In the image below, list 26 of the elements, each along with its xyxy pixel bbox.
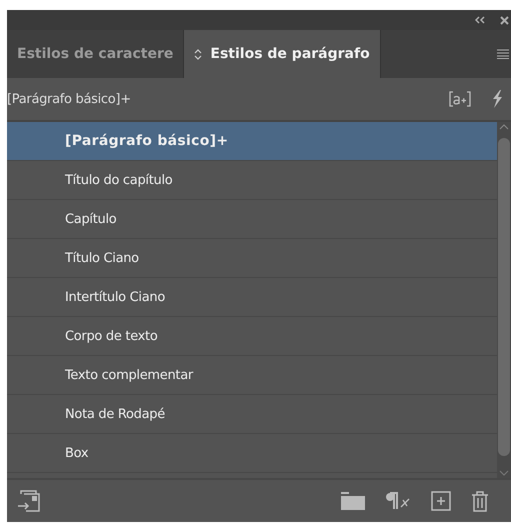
current-style-label: [Parágrafo básico]+ bbox=[7, 92, 131, 106]
lightning-icon[interactable] bbox=[491, 90, 503, 108]
new-style-icon[interactable] bbox=[449, 91, 471, 107]
style-item[interactable]: Box bbox=[7, 434, 497, 473]
delete-icon[interactable] bbox=[471, 490, 489, 512]
style-item[interactable]: Texto complementar bbox=[7, 356, 497, 395]
scroll-up-icon[interactable] bbox=[499, 124, 509, 130]
style-item[interactable]: Título do capítulo bbox=[7, 161, 497, 200]
folder-icon[interactable] bbox=[341, 492, 365, 510]
scroll-down-icon[interactable] bbox=[499, 470, 509, 476]
sort-icon bbox=[194, 48, 202, 60]
tab[interactable]: Estilos de caractere bbox=[7, 30, 184, 78]
collapse-icon[interactable] bbox=[475, 16, 485, 24]
style-item[interactable]: [Parágrafo básico]+ bbox=[7, 122, 497, 161]
clear-overrides-icon[interactable] bbox=[385, 492, 411, 510]
menu-icon[interactable] bbox=[497, 49, 509, 59]
new-style-icon[interactable] bbox=[431, 491, 451, 511]
style-item[interactable]: Intertítulo Ciano bbox=[7, 278, 497, 317]
style-item[interactable]: Capítulo bbox=[7, 200, 497, 239]
style-item[interactable]: Nota de Rodapé bbox=[7, 395, 497, 434]
scrollbar[interactable] bbox=[497, 122, 511, 478]
style-item[interactable]: Corpo de texto bbox=[7, 317, 497, 356]
tab[interactable]: Estilos de parágrafo bbox=[184, 30, 381, 78]
load-styles-icon[interactable] bbox=[17, 490, 41, 512]
close-icon[interactable] bbox=[500, 16, 509, 24]
style-item[interactable]: Título Ciano bbox=[7, 239, 497, 278]
